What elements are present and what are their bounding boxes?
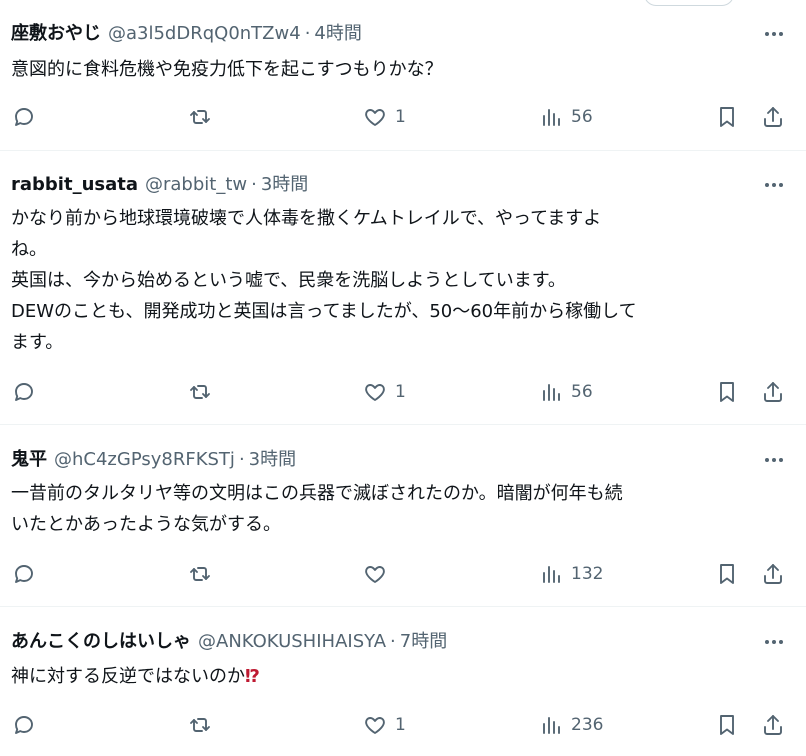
action-bar: 132: [0, 559, 806, 589]
bookmark-button[interactable]: [715, 377, 739, 407]
reply-icon: [15, 383, 33, 401]
share-icon: [764, 107, 782, 127]
user-handle[interactable]: @hC4zGPsy8RFKSTj: [54, 448, 235, 472]
views-chart-icon: [543, 109, 560, 126]
like-button[interactable]: 1: [363, 377, 406, 407]
post-3[interactable]: 鬼平 @hC4zGPsy8RFKSTj · 3時間 一昔前のタルタリヤ等の文明は…: [0, 425, 806, 607]
bookmark-icon: [720, 382, 734, 402]
repost-icon: [190, 385, 210, 399]
post-1[interactable]: 座敷おやじ @a3l5dDRqQ0nTZw4 · 4時間 意図的に食料危機や免疫…: [0, 0, 806, 151]
user-handle[interactable]: @ANKOKUSHIHAISYA: [198, 630, 386, 654]
repost-icon: [190, 718, 210, 732]
repost-button[interactable]: [188, 102, 212, 132]
bookmark-button[interactable]: [715, 102, 739, 132]
display-name[interactable]: 鬼平: [11, 448, 47, 472]
post-time[interactable]: 3時間: [261, 173, 308, 197]
user-handle[interactable]: @a3l5dDRqQ0nTZw4: [108, 22, 301, 46]
post-text-content: 一昔前のタルタリヤ等の文明はこの兵器で滅ぼされたのか。暗闇が何年も続 いたとかあ…: [11, 483, 623, 535]
post-text: かなり前から地球環境破壊で人体毒を撒くケムトレイルで、やってますよ ね。 英国は…: [11, 203, 791, 358]
views-button[interactable]: 132: [539, 559, 603, 589]
like-count: 1: [395, 107, 406, 127]
heart-icon: [365, 717, 385, 734]
bookmark-icon: [720, 715, 734, 735]
views-button[interactable]: 56: [539, 377, 593, 407]
like-button[interactable]: 1: [363, 710, 406, 740]
more-dots-icon[interactable]: [762, 448, 786, 472]
more-dots-icon[interactable]: [762, 173, 786, 197]
post-text-content: かなり前から地球環境破壊で人体毒を撒くケムトレイルで、やってますよ ね。 英国は…: [11, 208, 637, 353]
repost-button[interactable]: [188, 710, 212, 740]
display-name[interactable]: rabbit_usata: [11, 173, 138, 197]
bookmark-button[interactable]: [715, 710, 739, 740]
view-count: 132: [571, 564, 604, 584]
like-count: 1: [395, 382, 406, 402]
post-4[interactable]: あんこくのしはいしゃ @ANKOKUSHIHAISYA · 7時間 神に対する反…: [0, 607, 806, 756]
view-count: 56: [571, 107, 593, 127]
reply-button[interactable]: [12, 102, 36, 132]
repost-button[interactable]: [188, 559, 212, 589]
post-text-content: 意図的に食料危機や免疫力低下を起こすつもりかな？: [11, 59, 443, 80]
post-2[interactable]: rabbit_usata @rabbit_tw · 3時間 かなり前から地球環境…: [0, 151, 806, 425]
repost-button[interactable]: [188, 377, 212, 407]
display-name[interactable]: あんこくのしはいしゃ: [11, 630, 191, 654]
repost-icon: [190, 110, 210, 124]
heart-icon: [365, 384, 385, 401]
post-text: 意図的に食料危機や免疫力低下を起こすつもりかな？: [11, 54, 791, 85]
more-dots-icon[interactable]: [762, 630, 786, 654]
reply-icon: [15, 565, 33, 583]
like-button[interactable]: [363, 559, 395, 589]
action-bar: 1 56: [0, 102, 806, 132]
post-text-content: 神に対する反逆ではないのか: [11, 666, 245, 687]
post-header: 鬼平 @hC4zGPsy8RFKSTj · 3時間: [11, 448, 296, 472]
interrobang-emoji: ⁉: [245, 666, 260, 687]
views-chart-icon: [543, 566, 560, 583]
post-header: rabbit_usata @rabbit_tw · 3時間: [11, 173, 308, 197]
heart-icon: [365, 566, 385, 583]
reply-button[interactable]: [12, 710, 36, 740]
user-handle[interactable]: @rabbit_tw: [145, 173, 247, 197]
post-header: あんこくのしはいしゃ @ANKOKUSHIHAISYA · 7時間: [11, 630, 447, 654]
heart-icon: [365, 109, 385, 126]
views-button[interactable]: 56: [539, 102, 593, 132]
post-time[interactable]: 4時間: [314, 22, 361, 46]
post-time[interactable]: 7時間: [400, 630, 447, 654]
post-time[interactable]: 3時間: [249, 448, 296, 472]
like-count: 1: [395, 715, 406, 735]
separator-dot: ·: [238, 449, 245, 470]
separator-dot: ·: [390, 631, 396, 652]
bookmark-button[interactable]: [715, 559, 739, 589]
share-button[interactable]: [761, 710, 785, 740]
views-chart-icon: [543, 384, 560, 401]
views-button[interactable]: 236: [539, 710, 603, 740]
reply-icon: [15, 108, 33, 126]
action-bar: 1 56: [0, 377, 806, 407]
like-button[interactable]: 1: [363, 102, 406, 132]
reply-button[interactable]: [12, 559, 36, 589]
post-text: 一昔前のタルタリヤ等の文明はこの兵器で滅ぼされたのか。暗闇が何年も続 いたとかあ…: [11, 478, 791, 540]
separator-dot: ·: [251, 174, 257, 195]
bookmark-icon: [720, 107, 734, 127]
views-chart-icon: [543, 717, 560, 734]
more-dots-icon[interactable]: [762, 22, 786, 46]
separator-dot: ·: [304, 23, 311, 44]
share-button[interactable]: [761, 377, 785, 407]
share-icon: [764, 382, 782, 402]
reply-icon: [15, 716, 33, 734]
repost-icon: [190, 567, 210, 581]
share-icon: [764, 715, 782, 735]
view-count: 236: [571, 715, 604, 735]
post-text: 神に対する反逆ではないのか⁉: [11, 661, 791, 692]
bookmark-icon: [720, 564, 734, 584]
post-header: 座敷おやじ @a3l5dDRqQ0nTZw4 · 4時間: [11, 22, 362, 46]
display-name[interactable]: 座敷おやじ: [11, 22, 101, 46]
reply-button[interactable]: [12, 377, 36, 407]
share-button[interactable]: [761, 102, 785, 132]
share-button[interactable]: [761, 559, 785, 589]
share-icon: [764, 564, 782, 584]
action-bar: 1 236: [0, 710, 806, 740]
view-count: 56: [571, 382, 593, 402]
